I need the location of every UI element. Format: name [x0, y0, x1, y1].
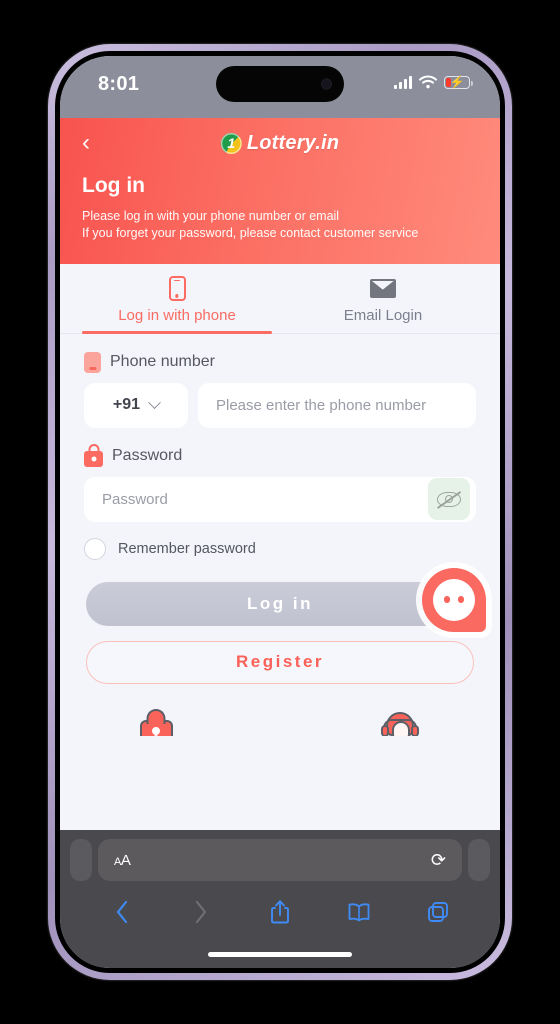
- register-button[interactable]: Register: [86, 640, 474, 684]
- eye-slash-icon[interactable]: [428, 478, 470, 521]
- password-input[interactable]: [84, 476, 476, 522]
- reload-icon[interactable]: ⟳: [431, 851, 446, 869]
- country-code-value: +91: [112, 396, 141, 414]
- tab-preview-right[interactable]: [468, 839, 490, 881]
- safari-address-row: AA ⟳: [60, 839, 500, 881]
- tab-email-login-label: Email Login: [343, 306, 423, 324]
- phone-number-field-block: Phone number +91: [60, 351, 500, 428]
- status-indicators: ⚡: [394, 75, 473, 89]
- phone-device-frame: 8:01 ⚡ ‹ 1 Lottery.in Log in Please log …: [48, 44, 512, 980]
- phone-number-label: Phone number: [110, 353, 215, 371]
- brand-logo: 1 Lottery.in: [220, 131, 340, 155]
- safari-address-bar[interactable]: AA ⟳: [98, 839, 462, 881]
- tab-preview-left[interactable]: [70, 839, 92, 881]
- text-size-button[interactable]: AA: [114, 852, 131, 869]
- tab-email-login[interactable]: Email Login: [280, 264, 486, 333]
- remember-password-label: Remember password: [118, 540, 256, 557]
- phone-screen: 8:01 ⚡ ‹ 1 Lottery.in Log in Please log …: [60, 56, 500, 968]
- radio-circle-icon[interactable]: [84, 537, 106, 560]
- tab-phone-login[interactable]: Log in with phone: [74, 264, 280, 334]
- phone-number-input[interactable]: [198, 382, 476, 428]
- password-label-row: Password: [84, 446, 476, 467]
- lock-key-icon: [139, 719, 173, 736]
- footer-links: Forgot password Customer Service: [60, 710, 500, 736]
- device-bezel: 8:01 ⚡ ‹ 1 Lottery.in Log in Please log …: [55, 51, 505, 973]
- remember-password-row[interactable]: Remember password: [60, 537, 500, 560]
- tabs-icon[interactable]: [418, 897, 458, 927]
- cellular-signal-icon: [394, 75, 412, 89]
- chevron-right-icon[interactable]: [181, 897, 221, 927]
- wifi-icon: [419, 75, 437, 89]
- phone-icon: [84, 351, 101, 373]
- back-chevron-icon[interactable]: ‹: [82, 131, 108, 155]
- customer-service-link[interactable]: Customer Service: [347, 710, 454, 736]
- support-agent-icon: [380, 711, 420, 736]
- envelope-icon: [280, 276, 486, 302]
- safari-nav-toolbar: [60, 881, 500, 927]
- safari-toolbar: AA ⟳: [60, 830, 500, 968]
- password-input-wrap: [84, 476, 476, 522]
- lock-icon: [84, 450, 103, 467]
- header-subtitle-line-2: If you forget your password, please cont…: [82, 225, 419, 240]
- share-icon[interactable]: [260, 897, 300, 927]
- country-code-select[interactable]: +91: [84, 382, 188, 428]
- forgot-password-link[interactable]: Forgot password: [106, 710, 207, 736]
- page-title: Log in: [82, 174, 145, 197]
- chevron-down-icon: [148, 396, 161, 409]
- battery-charging-low-icon: ⚡: [444, 75, 473, 89]
- header-top-row: ‹ 1 Lottery.in: [82, 126, 478, 160]
- book-icon[interactable]: [339, 897, 379, 927]
- login-method-tabs: Log in with phone Email Login: [60, 264, 500, 334]
- header-subtitle-line-1: Please log in with your phone number or …: [82, 209, 340, 223]
- phone-number-label-row: Phone number: [84, 351, 476, 373]
- chevron-left-icon[interactable]: [102, 897, 142, 927]
- home-indicator: [208, 952, 352, 957]
- ios-status-bar: 8:01 ⚡: [60, 56, 500, 118]
- brand-name: Lottery.in: [246, 131, 340, 154]
- brand-badge: 1: [220, 132, 242, 154]
- login-button[interactable]: Log in: [86, 581, 474, 626]
- chat-face: [433, 578, 475, 621]
- dynamic-island: [216, 66, 344, 102]
- mobile-phone-icon: [74, 276, 280, 302]
- front-camera: [321, 78, 332, 90]
- login-form-content: Log in with phone Email Login Phone numb…: [60, 263, 500, 736]
- status-clock: 8:01: [98, 73, 140, 95]
- phone-input-row: +91: [84, 382, 476, 428]
- password-field-block: Password: [60, 446, 500, 522]
- password-label: Password: [112, 447, 183, 465]
- app-header: ‹ 1 Lottery.in Log in Please log in with…: [60, 118, 500, 264]
- chat-bubble-face-icon[interactable]: [422, 567, 486, 632]
- tab-phone-login-label: Log in with phone: [118, 306, 236, 324]
